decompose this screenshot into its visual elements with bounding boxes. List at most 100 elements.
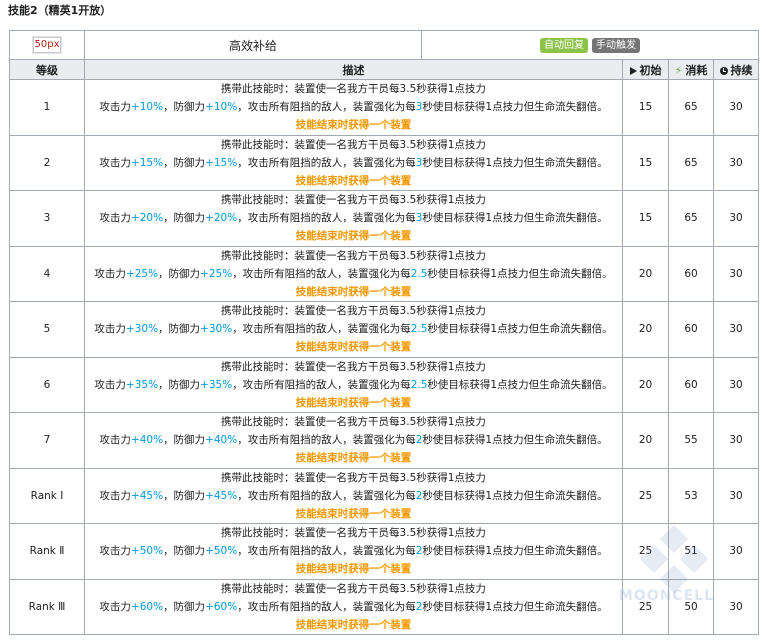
level-row: Rank Ⅰ 携带此技能时：装置使一名我方干员每3.5秒获得1点技力 攻击力+45%… (9, 467, 759, 524)
initial-cell: 25 (622, 523, 669, 580)
col-duration-label: 持续 (730, 63, 753, 77)
def-value: +45% (205, 489, 238, 502)
initial-cell: 20 (622, 245, 669, 302)
desc-line-3: 技能结束时获得一个装置 (295, 507, 412, 520)
desc-line-2: 攻击力+45%，防御力+45%，攻击所有阻挡的敌人，装置强化为每2秒使目标获得1… (85, 487, 622, 505)
def-value: +15% (205, 156, 238, 169)
col-description: 描述 (84, 59, 623, 80)
level-cell: 7 (9, 412, 85, 469)
def-value: +60% (205, 600, 238, 613)
atk-prefix: 攻击力 (94, 323, 126, 336)
skill-name-cell: 高效补给 (84, 30, 422, 60)
desc-line-1: 携带此技能时：装置使一名我方干员每3.5秒获得1点技力 (221, 360, 486, 373)
initial-cell: 25 (622, 467, 669, 524)
description-cell: 携带此技能时：装置使一名我方干员每3.5秒获得1点技力 攻击力+15%，防御力+1… (84, 134, 623, 191)
desc-line-3: 技能结束时获得一个装置 (295, 230, 412, 243)
desc-line-2: 攻击力+25%，防御力+25%，攻击所有阻挡的敌人，装置强化为每2.5秒使目标获… (85, 265, 622, 283)
desc-line-1: 携带此技能时：装置使一名我方干员每3.5秒获得1点技力 (221, 305, 486, 318)
duration-cell: 30 (713, 301, 759, 358)
atk-value: +50% (130, 545, 164, 558)
skill-name: 高效补给 (228, 38, 277, 53)
level-row: 2 携带此技能时：装置使一名我方干员每3.5秒获得1点技力 攻击力+15%，防御力+… (9, 134, 759, 191)
skill-table: 50px 高效补给 自动回复 手动触发 等级 描述 初始 ⚡ 消耗 持续 1 携带此技… (9, 30, 759, 635)
desc-tail: 秒使目标获得1点技力但生命流失翻倍。 (422, 101, 608, 114)
interval-value: 2.5 (410, 267, 428, 280)
col-initial-label: 初始 (639, 63, 662, 77)
def-value: +10% (205, 101, 238, 114)
description-cell: 携带此技能时：装置使一名我方干员每3.5秒获得1点技力 攻击力+10%，防御力+1… (84, 79, 623, 136)
level-row: 7 携带此技能时：装置使一名我方干员每3.5秒获得1点技力 攻击力+40%，防御力+… (9, 412, 759, 469)
desc-mid: ，攻击所有阻挡的敌人，装置强化为每 (237, 489, 416, 502)
level-row: 4 携带此技能时：装置使一名我方干员每3.5秒获得1点技力 攻击力+25%，防御力+… (9, 245, 759, 302)
def-value: +35% (200, 378, 233, 391)
desc-mid: ，攻击所有阻挡的敌人，装置强化为每 (232, 267, 411, 280)
atk-prefix: 攻击力 (99, 489, 131, 502)
def-prefix: ，防御力 (158, 378, 201, 391)
desc-tail: 秒使目标获得1点技力但生命流失翻倍。 (427, 378, 613, 391)
def-prefix: ，防御力 (163, 434, 206, 447)
initial-cell: 20 (622, 301, 669, 358)
desc-mid: ，攻击所有阻挡的敌人，装置强化为每 (237, 434, 416, 447)
col-initial: 初始 (622, 59, 669, 80)
def-value: +50% (205, 545, 238, 558)
cost-cell: 60 (668, 356, 714, 413)
desc-mid: ，攻击所有阻挡的敌人，装置强化为每 (237, 545, 416, 558)
desc-line-3: 技能结束时获得一个装置 (295, 174, 412, 187)
tag-manual-trigger: 手动触发 (592, 37, 640, 53)
atk-value: +30% (125, 323, 159, 336)
description-cell: 携带此技能时：装置使一名我方干员每3.5秒获得1点技力 攻击力+30%，防御力+3… (84, 301, 623, 358)
skill-icon: 50px (33, 37, 61, 53)
cost-cell: 65 (668, 190, 714, 247)
def-prefix: ，防御力 (158, 267, 201, 280)
def-prefix: ，防御力 (163, 212, 206, 225)
col-duration: 持续 (713, 59, 759, 80)
atk-prefix: 攻击力 (99, 156, 131, 169)
initial-cell: 15 (622, 134, 669, 191)
def-value: +40% (205, 434, 238, 447)
level-row: 3 携带此技能时：装置使一名我方干员每3.5秒获得1点技力 攻击力+20%，防御力+… (9, 190, 759, 247)
desc-line-3: 技能结束时获得一个装置 (295, 119, 412, 132)
atk-value: +45% (130, 489, 164, 502)
col-level: 等级 (9, 59, 85, 80)
level-row: 1 携带此技能时：装置使一名我方干员每3.5秒获得1点技力 攻击力+10%，防御力+… (9, 79, 759, 136)
initial-cell: 20 (622, 412, 669, 469)
duration-cell: 30 (713, 245, 759, 302)
level-cell: Rank Ⅰ (9, 467, 85, 524)
def-value: +30% (200, 323, 233, 336)
desc-tail: 秒使目标获得1点技力但生命流失翻倍。 (422, 489, 608, 502)
cost-cell: 65 (668, 79, 714, 136)
desc-line-3: 技能结束时获得一个装置 (295, 563, 412, 576)
def-prefix: ，防御力 (163, 545, 206, 558)
level-cell: Rank Ⅲ (9, 578, 85, 635)
bolt-icon: ⚡ (674, 63, 683, 77)
duration-cell: 30 (713, 134, 759, 191)
duration-cell: 30 (713, 523, 759, 580)
desc-line-3: 技能结束时获得一个装置 (295, 452, 412, 465)
desc-line-2: 攻击力+60%，防御力+60%，攻击所有阻挡的敌人，装置强化为每2秒使目标获得1… (85, 598, 622, 616)
desc-line-2: 攻击力+30%，防御力+30%，攻击所有阻挡的敌人，装置强化为每2.5秒使目标获… (85, 320, 622, 338)
desc-line-3: 技能结束时获得一个装置 (295, 618, 412, 631)
desc-mid: ，攻击所有阻挡的敌人，装置强化为每 (237, 600, 416, 613)
desc-line-3: 技能结束时获得一个装置 (295, 341, 412, 354)
col-cost-label: 消耗 (685, 63, 708, 77)
initial-cell: 15 (622, 79, 669, 136)
initial-cell: 20 (622, 356, 669, 413)
desc-line-2: 攻击力+15%，防御力+15%，攻击所有阻挡的敌人，装置强化为每3秒使目标获得1… (85, 154, 622, 172)
desc-mid: ，攻击所有阻挡的敌人，装置强化为每 (232, 323, 411, 336)
atk-prefix: 攻击力 (99, 101, 131, 114)
duration-cell: 30 (713, 356, 759, 413)
def-prefix: ，防御力 (163, 489, 206, 502)
description-cell: 携带此技能时：装置使一名我方干员每3.5秒获得1点技力 攻击力+35%，防御力+3… (84, 356, 623, 413)
level-cell: 6 (9, 356, 85, 413)
cost-cell: 65 (668, 134, 714, 191)
level-rows: 1 携带此技能时：装置使一名我方干员每3.5秒获得1点技力 攻击力+10%，防御力+… (9, 79, 759, 635)
desc-mid: ，攻击所有阻挡的敌人，装置强化为每 (237, 101, 416, 114)
def-prefix: ，防御力 (158, 323, 201, 336)
desc-mid: ，攻击所有阻挡的敌人，装置强化为每 (237, 156, 416, 169)
atk-prefix: 攻击力 (99, 545, 131, 558)
interval-value: 2.5 (410, 378, 428, 391)
desc-mid: ，攻击所有阻挡的敌人，装置强化为每 (232, 378, 411, 391)
atk-value: +10% (130, 101, 164, 114)
level-cell: 3 (9, 190, 85, 247)
desc-line-2: 攻击力+50%，防御力+50%，攻击所有阻挡的敌人，装置强化为每2秒使目标获得1… (85, 542, 622, 560)
